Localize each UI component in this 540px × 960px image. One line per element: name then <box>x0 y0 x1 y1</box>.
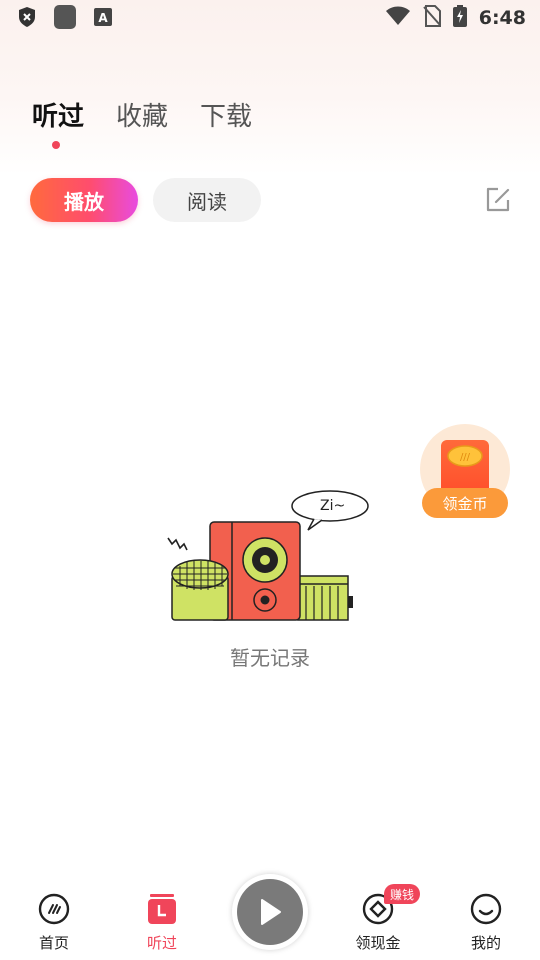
play-button[interactable] <box>232 874 308 950</box>
svg-text:A: A <box>98 11 108 25</box>
chip-play[interactable]: 播放 <box>30 178 138 222</box>
nav-label-listened: 听过 <box>146 934 177 952</box>
nav-label-cash: 领现金 <box>355 934 401 952</box>
tab-downloads[interactable]: 下载 <box>200 96 252 133</box>
bubble-text: Zi~ <box>320 498 346 514</box>
empty-state-message: 暂无记录 <box>230 646 310 670</box>
nav-item-listened[interactable]: 听过 <box>122 892 202 953</box>
history-icon <box>148 894 176 924</box>
earn-badge: 赚钱 <box>384 884 420 904</box>
empty-speaker-illustration <box>167 490 369 621</box>
status-bar: A 6:48 <box>0 0 540 36</box>
nav-item-home[interactable]: 首页 <box>14 892 94 953</box>
app-notification-icon <box>54 5 76 29</box>
reward-label: 领金币 <box>422 488 508 518</box>
nav-label-home: 首页 <box>38 934 69 952</box>
tab-favorites[interactable]: 收藏 <box>116 96 168 133</box>
font-notification-icon: A <box>92 6 114 28</box>
nav-label-profile: 我的 <box>470 934 501 952</box>
shield-icon <box>16 6 38 28</box>
wifi-icon <box>385 6 411 30</box>
profile-icon <box>470 893 502 925</box>
edit-icon[interactable] <box>484 186 512 214</box>
tab-listened[interactable]: 听过 <box>32 96 84 133</box>
no-sim-icon <box>422 5 441 31</box>
chip-read[interactable]: 阅读 <box>153 178 261 222</box>
home-icon <box>38 893 70 925</box>
floating-coin-reward[interactable]: /// 领金币 <box>420 424 512 520</box>
play-icon <box>261 899 281 925</box>
status-time: 6:48 <box>478 7 526 29</box>
svg-text:///: /// <box>460 452 471 463</box>
active-tab-indicator <box>52 141 60 149</box>
sub-tabs: 播放 阅读 <box>30 178 261 222</box>
battery-icon <box>452 5 467 31</box>
nav-item-profile[interactable]: 我的 <box>446 892 526 953</box>
main-tabs: 听过 收藏 下载 <box>32 96 252 133</box>
